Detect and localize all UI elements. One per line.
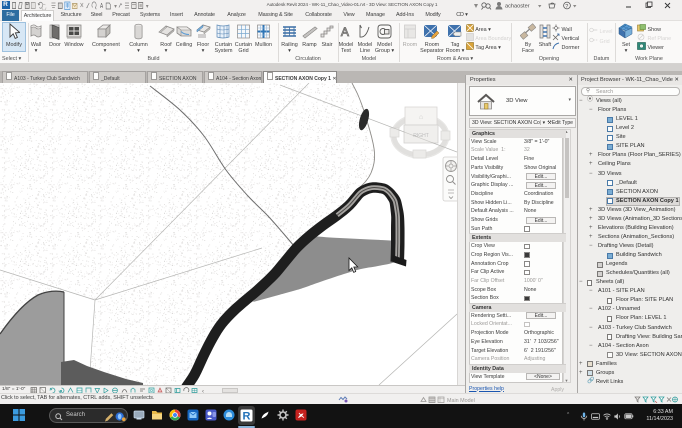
svg-text:Main Model: Main Model (447, 397, 475, 402)
svg-text:A: A (341, 25, 350, 39)
svg-text:⌂: ⌂ (419, 114, 423, 121)
svg-text:achaoster: achaoster (505, 4, 530, 10)
svg-text:?: ? (565, 4, 568, 10)
svg-text:R: R (243, 410, 251, 422)
svg-text:RIGHT: RIGHT (413, 133, 429, 139)
svg-text:A: A (100, 3, 103, 10)
